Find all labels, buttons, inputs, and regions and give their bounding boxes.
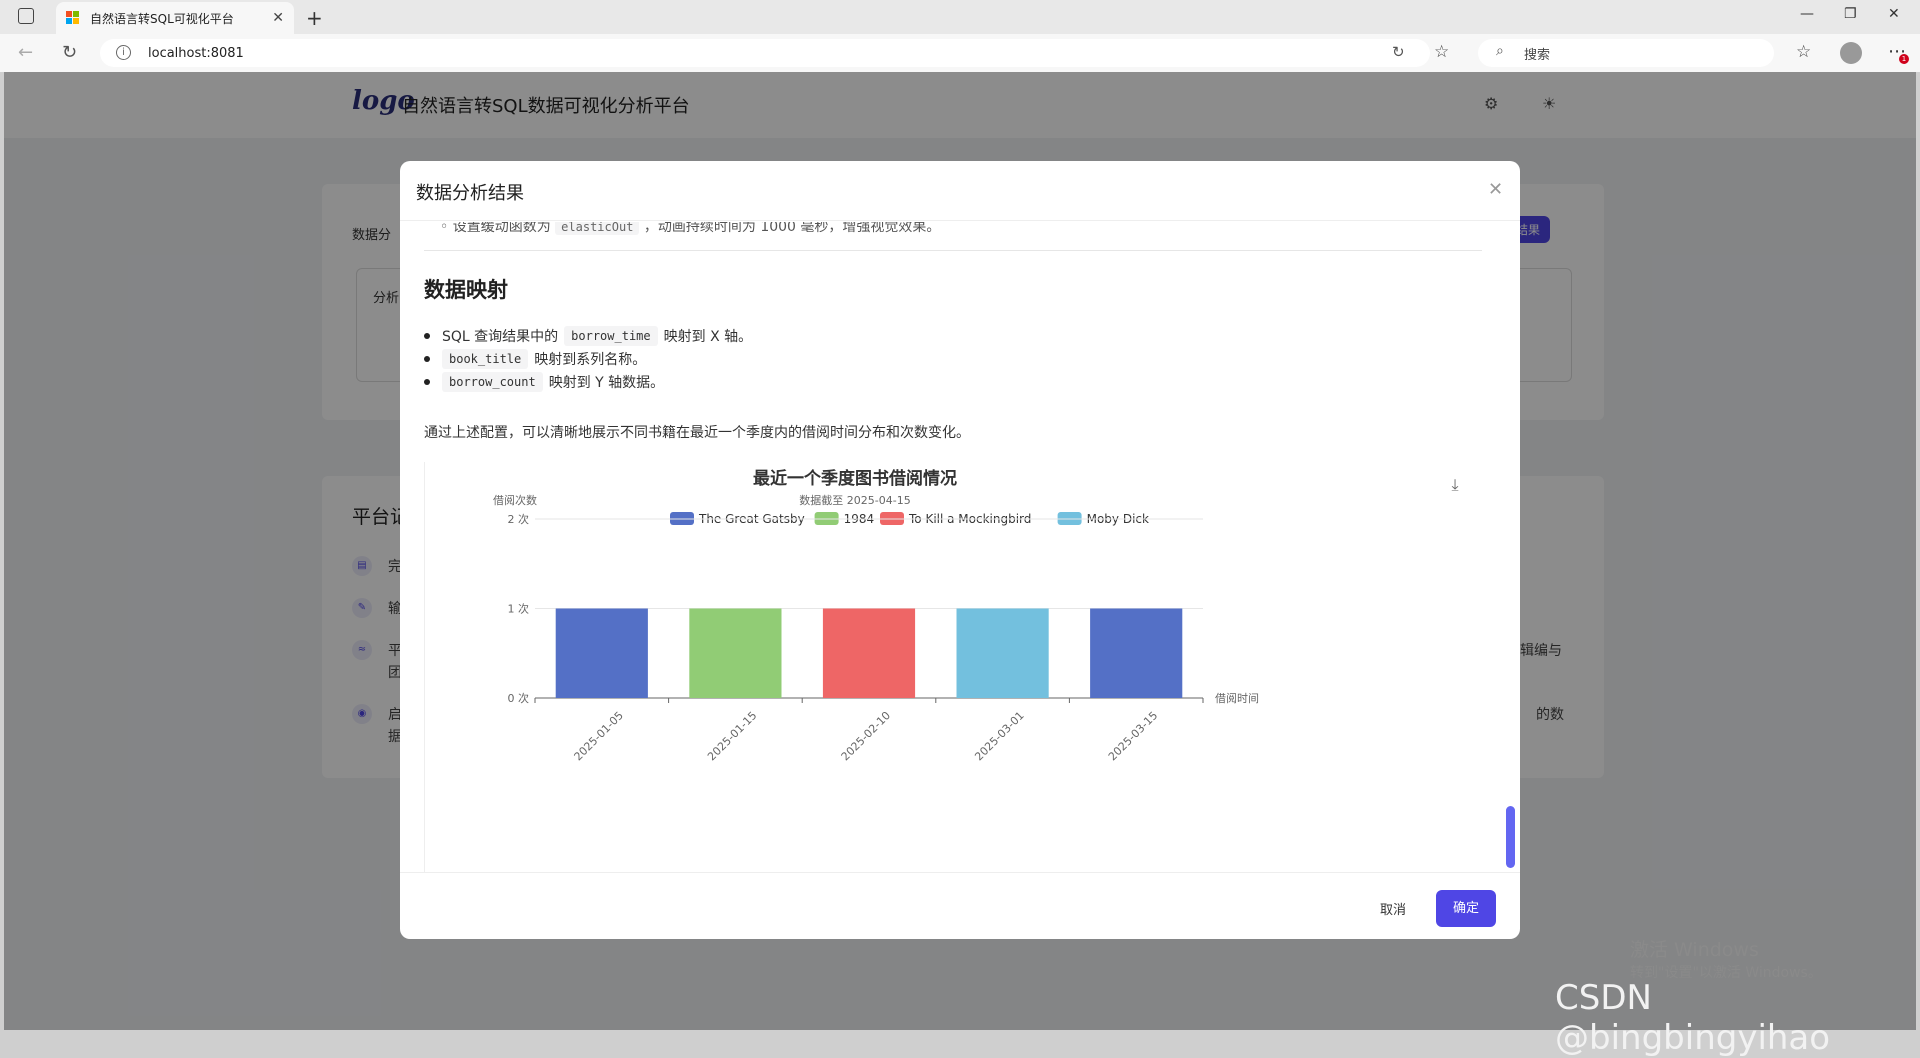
bar-chart: 最近一个季度图书借阅情况数据截至 2025-04-15⤓借阅次数The Grea… xyxy=(493,468,1459,763)
x-tick-label: 2025-01-05 xyxy=(572,709,626,763)
bullet-icon xyxy=(424,333,430,339)
list-item: book_title 映射到系列名称。 xyxy=(424,349,646,369)
inline-code: borrow_count xyxy=(442,372,543,392)
modal-header: 数据分析结果 ✕ xyxy=(400,161,1520,221)
bullet-post: 映射到 Y 轴数据。 xyxy=(548,375,665,391)
bar xyxy=(956,608,1049,698)
cut-line-prefix: 设置缓动函数为 xyxy=(452,222,551,235)
bullet-post: 映射到系列名称。 xyxy=(534,352,647,368)
translate-icon[interactable]: ↻ xyxy=(1392,43,1405,61)
browser-tab-bar: 自然语言转SQL可视化平台 ✕ + — ❐ ✕ xyxy=(0,0,1920,34)
profile-avatar[interactable] xyxy=(1840,42,1862,64)
inline-code: borrow_time xyxy=(564,326,658,346)
notification-badge: 1 xyxy=(1899,54,1909,64)
modal-body[interactable]: ◦ 设置缓动函数为 elasticOut ，动画持续时间为 1000 毫秒，增强… xyxy=(400,222,1520,872)
x-tick-label: 2025-01-15 xyxy=(705,709,759,763)
tab-close-icon[interactable]: ✕ xyxy=(272,10,284,26)
bullet-post: 映射到 X 轴。 xyxy=(663,329,753,345)
cut-off-list-item: ◦ 设置缓动函数为 elasticOut ，动画持续时间为 1000 毫秒，增强… xyxy=(440,222,940,236)
y-axis-label: 借阅次数 xyxy=(493,493,537,507)
cut-line-suffix: ，动画持续时间为 1000 毫秒，增强视觉效果。 xyxy=(643,222,941,235)
y-tick-label: 0 次 xyxy=(508,691,530,705)
modal-footer: 取消 确定 xyxy=(400,872,1520,939)
y-tick-label: 2 次 xyxy=(508,512,530,526)
address-bar-row: ← ↻ i localhost:8081 ↻ ☆ ⌕ 搜索 ☆ ⋯ 1 xyxy=(0,34,1920,72)
bar xyxy=(689,608,782,698)
csdn-watermark: CSDN @bingbingyihao xyxy=(1555,978,1831,1058)
windows-activation-title: 激活 Windows xyxy=(1630,939,1759,961)
bar xyxy=(1090,608,1183,698)
url-text: localhost:8081 xyxy=(148,45,244,61)
list-item: SQL 查询结果中的 borrow_time 映射到 X 轴。 xyxy=(424,326,752,346)
summary-paragraph: 通过上述配置，可以清晰地展示不同书籍在最近一个季度内的借阅时间分布和次数变化。 xyxy=(424,425,970,441)
browser-tab[interactable]: 自然语言转SQL可视化平台 ✕ xyxy=(56,2,294,34)
tab-title: 自然语言转SQL可视化平台 xyxy=(90,11,234,26)
back-icon[interactable]: ← xyxy=(18,42,33,63)
bullet-icon xyxy=(424,379,430,385)
x-tick-label: 2025-03-15 xyxy=(1106,709,1160,763)
x-axis-label: 借阅时间 xyxy=(1215,692,1259,705)
close-icon[interactable]: ✕ xyxy=(1488,179,1503,200)
x-tick-label: 2025-02-10 xyxy=(839,709,893,763)
reload-icon[interactable]: ↻ xyxy=(62,42,77,63)
section-heading: 数据映射 xyxy=(424,278,508,302)
bar xyxy=(822,608,916,698)
tab-actions-icon[interactable] xyxy=(18,8,34,24)
cancel-button[interactable]: 取消 xyxy=(1380,899,1406,918)
analysis-result-modal: 数据分析结果 ✕ ◦ 设置缓动函数为 elasticOut ，动画持续时间为 1… xyxy=(400,161,1520,939)
y-tick-label: 1 次 xyxy=(508,602,530,616)
close-window-icon[interactable]: ✕ xyxy=(1888,6,1900,22)
x-tick-label: 2025-03-01 xyxy=(972,709,1026,763)
inline-code: elasticOut xyxy=(555,222,640,235)
modal-title: 数据分析结果 xyxy=(416,183,524,204)
favicon-icon xyxy=(66,11,80,25)
scrollbar-thumb[interactable] xyxy=(1506,806,1515,868)
chart-title: 最近一个季度图书借阅情况 xyxy=(753,468,957,489)
minimize-icon[interactable]: — xyxy=(1800,6,1814,22)
download-icon: ⤓ xyxy=(1451,475,1458,494)
bullet-icon xyxy=(424,356,430,362)
search-icon: ⌕ xyxy=(1496,43,1504,59)
inline-code: book_title xyxy=(442,349,529,369)
list-item: borrow_count 映射到 Y 轴数据。 xyxy=(424,372,664,392)
bar xyxy=(555,608,648,698)
site-info-icon[interactable]: i xyxy=(116,45,131,60)
confirm-button[interactable]: 确定 xyxy=(1436,890,1496,927)
chart-subtitle: 数据截至 2025-04-15 xyxy=(799,493,910,507)
chart-container: 最近一个季度图书借阅情况 数据截至 2025-04-15 ⤓ 借阅次数 The Grea… xyxy=(424,462,1488,872)
search-field[interactable]: ⌕ 搜索 xyxy=(1478,39,1774,67)
bullet-pre: SQL 查询结果中的 xyxy=(442,329,559,345)
new-tab-icon[interactable]: + xyxy=(306,6,323,30)
favorite-star-icon[interactable]: ☆ xyxy=(1434,42,1449,62)
search-placeholder: 搜索 xyxy=(1524,47,1551,63)
divider xyxy=(424,250,1482,251)
restore-icon[interactable]: ❐ xyxy=(1844,6,1857,22)
url-field[interactable]: i localhost:8081 ↻ xyxy=(100,39,1430,67)
favorites-icon[interactable]: ☆ xyxy=(1796,42,1811,62)
